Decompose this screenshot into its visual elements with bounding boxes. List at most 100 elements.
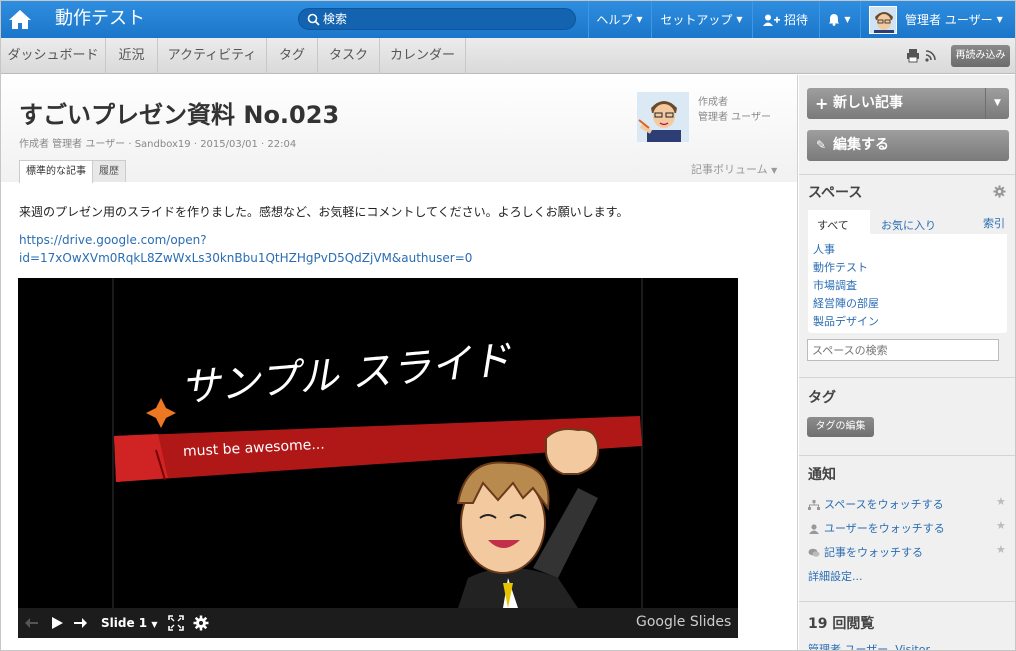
space-index-link[interactable]: 索引 bbox=[983, 215, 1005, 231]
sub-navigation: ダッシュボード 近況 アクティビティ タグ タスク カレンダー 再読み込み bbox=[1, 38, 1015, 74]
tab-favorite-spaces[interactable]: お気に入り bbox=[881, 217, 936, 233]
star-icon[interactable]: ★ bbox=[996, 495, 1006, 508]
app-name[interactable]: 動作テスト bbox=[55, 7, 145, 31]
invite-label: 招待 bbox=[783, 13, 808, 27]
play-icon[interactable] bbox=[49, 615, 65, 631]
print-rss-tools bbox=[907, 49, 936, 63]
top-bar: 動作テスト ヘルプ ▼ セットアップ ▼ 招待 bbox=[1, 1, 1015, 38]
edit-label: 編集する bbox=[833, 137, 889, 153]
home-icon[interactable] bbox=[7, 7, 33, 31]
embedded-slide[interactable]: サンプル スライド must be awesome... Slide 1 ▼ G… bbox=[18, 278, 738, 638]
avatar bbox=[869, 5, 897, 34]
search-input[interactable] bbox=[323, 11, 563, 27]
slide-artwork bbox=[18, 278, 738, 608]
setup-menu[interactable]: セットアップ ▼ bbox=[651, 1, 751, 38]
watch-post-link[interactable]: 記事をウォッチする bbox=[808, 544, 923, 560]
slide-selector[interactable]: Slide 1 ▼ bbox=[101, 616, 157, 630]
previous-arrow-icon[interactable] bbox=[24, 615, 40, 631]
post-main: すごいプレゼン資料 No.023 作成者 管理者 ユーザー · Sandbox1… bbox=[1, 75, 798, 650]
edit-post-button[interactable]: ✎ 編集する bbox=[807, 130, 1009, 161]
search-icon bbox=[307, 13, 320, 26]
notification-heading: 通知 bbox=[808, 467, 836, 483]
tab-all-spaces[interactable]: すべて bbox=[817, 217, 849, 233]
watch-user-link[interactable]: ユーザーをウォッチする bbox=[808, 520, 945, 536]
invite-button[interactable]: 招待 bbox=[752, 1, 818, 38]
space-item[interactable]: 人事 bbox=[813, 241, 835, 257]
space-item[interactable]: 製品デザイン bbox=[813, 313, 879, 329]
tab-history[interactable]: 履歴 bbox=[92, 160, 126, 182]
global-search[interactable] bbox=[298, 8, 576, 30]
fullscreen-icon[interactable] bbox=[168, 615, 184, 631]
next-arrow-icon[interactable] bbox=[72, 615, 88, 631]
author-avatar[interactable] bbox=[637, 92, 689, 142]
watch-post-label: 記事をウォッチする bbox=[824, 546, 923, 559]
user-icon bbox=[809, 524, 819, 534]
caret-down-icon: ▼ bbox=[996, 15, 1003, 24]
slide-number: Slide 1 bbox=[101, 616, 148, 630]
author-name[interactable]: 管理者 ユーザー bbox=[698, 108, 771, 123]
add-user-icon bbox=[762, 14, 780, 26]
gear-icon[interactable] bbox=[993, 185, 1006, 198]
star-icon[interactable]: ★ bbox=[996, 543, 1006, 556]
space-heading: スペース bbox=[808, 185, 863, 201]
tab-standard-post[interactable]: 標準的な記事 bbox=[19, 160, 93, 183]
divider bbox=[799, 601, 1015, 602]
sidebar: + 新しい記事 ▼ ✎ 編集する スペース すべて お気に入り 索引 人事 動作… bbox=[799, 75, 1015, 650]
new-post-label: 新しい記事 bbox=[833, 95, 903, 111]
setup-label: セットアップ bbox=[660, 13, 733, 27]
rss-icon[interactable] bbox=[925, 50, 936, 62]
nav-dashboard[interactable]: ダッシュボード bbox=[1, 38, 106, 74]
hierarchy-icon bbox=[808, 500, 820, 510]
post-volume-menu[interactable]: 記事ボリューム ▼ bbox=[691, 161, 777, 177]
watch-space-link[interactable]: スペースをウォッチする bbox=[808, 496, 944, 512]
post-link[interactable]: https://drive.google.com/open? id=17xOwX… bbox=[19, 231, 539, 267]
space-item[interactable]: 動作テスト bbox=[813, 259, 868, 275]
plus-icon: + bbox=[815, 94, 829, 113]
volume-label: 記事ボリューム bbox=[691, 163, 768, 176]
star-icon[interactable]: ★ bbox=[996, 519, 1006, 532]
space-item[interactable]: 経営陣の部屋 bbox=[813, 295, 879, 311]
print-icon[interactable] bbox=[907, 49, 919, 63]
post-header: すごいプレゼン資料 No.023 作成者 管理者 ユーザー · Sandbox1… bbox=[1, 75, 797, 183]
user-name: 管理者 ユーザー bbox=[905, 13, 993, 27]
nav-tags[interactable]: タグ bbox=[267, 38, 318, 74]
comments-icon bbox=[808, 548, 820, 557]
pencil-icon: ✎ bbox=[816, 138, 827, 152]
space-item[interactable]: 市場調査 bbox=[813, 277, 857, 293]
post-title: すごいプレゼン資料 No.023 bbox=[19, 101, 340, 129]
help-menu[interactable]: ヘルプ ▼ bbox=[588, 1, 650, 38]
new-post-button[interactable]: + 新しい記事 ▼ bbox=[807, 88, 1009, 119]
post-meta: 作成者 管理者 ユーザー · Sandbox19 · 2015/03/01 · … bbox=[19, 139, 297, 150]
user-menu[interactable]: 管理者 ユーザー ▼ bbox=[860, 1, 1015, 38]
divider bbox=[799, 377, 1015, 378]
nav-calendar[interactable]: カレンダー bbox=[380, 38, 466, 74]
caret-down-icon: ▼ bbox=[636, 15, 643, 24]
help-label: ヘルプ bbox=[596, 13, 633, 27]
author-label: 作成者 bbox=[698, 97, 728, 108]
space-search-input[interactable] bbox=[807, 339, 999, 361]
caret-down-icon: ▼ bbox=[736, 15, 743, 24]
divider bbox=[799, 455, 1015, 456]
watch-user-label: ユーザーをウォッチする bbox=[824, 522, 945, 535]
viewer-list[interactable]: 管理者 ユーザー, Visitor bbox=[808, 641, 930, 650]
detail-settings-link[interactable]: 詳細設定... bbox=[808, 568, 863, 584]
nav-tasks[interactable]: タスク bbox=[318, 38, 380, 74]
post-body: 来週のプレゼン用のスライドを作りました。感想など、お気軽にコメントしてください。… bbox=[19, 205, 629, 219]
caret-down-icon: ▼ bbox=[771, 166, 778, 175]
space-list-panel: すべて お気に入り 索引 人事 動作テスト 市場調査 経営陣の部屋 製品デザイン bbox=[808, 210, 1007, 333]
edit-tags-button[interactable]: タグの編集 bbox=[807, 417, 874, 437]
nav-activity[interactable]: アクティビティ bbox=[158, 38, 267, 74]
link-line-2: id=17xOwXVm0RqkL8ZwWxLs30knBbu1QtHZHgPvD… bbox=[19, 251, 473, 265]
google-slides-logo: Google Slides bbox=[636, 614, 732, 630]
bell-icon bbox=[829, 14, 840, 26]
divider bbox=[799, 174, 1015, 175]
settings-gear-icon[interactable] bbox=[193, 615, 209, 631]
reload-button[interactable]: 再読み込み bbox=[951, 45, 1010, 67]
notifications-menu[interactable]: ▼ bbox=[819, 1, 859, 38]
nav-recent[interactable]: 近況 bbox=[106, 38, 158, 74]
caret-down-icon: ▼ bbox=[151, 620, 158, 629]
slide-controls: Slide 1 ▼ Google Slides bbox=[18, 608, 738, 638]
new-post-dropdown[interactable]: ▼ bbox=[985, 88, 1009, 119]
app-window: 動作テスト ヘルプ ▼ セットアップ ▼ 招待 bbox=[0, 0, 1016, 651]
caret-down-icon: ▼ bbox=[844, 15, 851, 24]
